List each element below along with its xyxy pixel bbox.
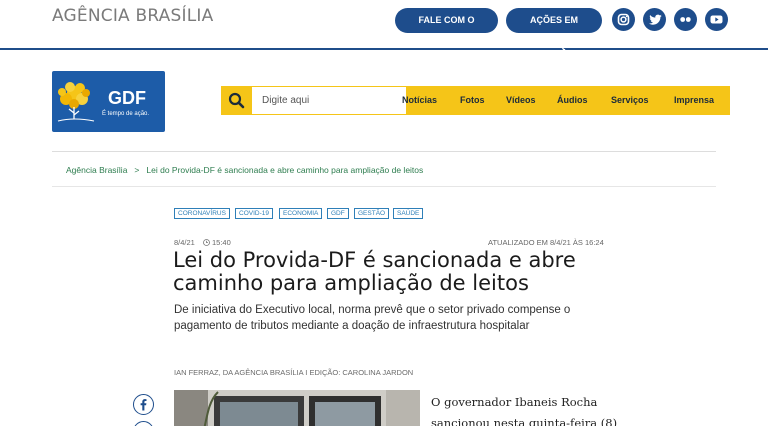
main-nav: Notícias Fotos Vídeos Áudios Serviços Im… <box>221 86 730 115</box>
tag-gestao[interactable]: GESTÃO <box>354 208 390 219</box>
header-divider <box>52 151 716 152</box>
logo-tagline: É tempo de ação. <box>102 111 150 117</box>
nav-press[interactable]: Imprensa <box>674 95 714 105</box>
article-body-intro: O governador Ibaneis Rocha sancionou nes… <box>431 395 618 426</box>
ipe-tree-icon <box>57 82 95 122</box>
nav-photos[interactable]: Fotos <box>460 95 485 105</box>
updated-timestamp: ATUALIZADO EM 8/4/21 ÀS 16:24 <box>488 238 604 247</box>
nav-news[interactable]: Notícias <box>402 95 437 105</box>
clock-icon <box>203 239 210 246</box>
twitter-icon[interactable] <box>643 8 666 31</box>
tag-economia[interactable]: ECONOMIA <box>279 208 323 219</box>
gdf-logo[interactable]: GDF É tempo de ação. <box>52 71 165 132</box>
article-photo <box>174 390 420 426</box>
twitter-share-button[interactable] <box>133 421 154 426</box>
article-summary: De iniciativa do Executivo local, norma … <box>174 304 571 332</box>
instagram-icon[interactable] <box>612 8 635 31</box>
logo-name: GDF <box>108 88 146 108</box>
breadcrumb-divider <box>52 186 716 187</box>
search-icon <box>228 92 245 109</box>
highlighted-actions-button[interactable]: AÇÕES EM DESTAQUE <box>506 8 602 50</box>
breadcrumb-separator: > <box>134 165 140 175</box>
breadcrumb-current: Lei do Provida-DF é sancionada e abre ca… <box>146 165 424 175</box>
facebook-share-button[interactable] <box>133 394 154 415</box>
publish-date: 8/4/21 <box>174 238 195 247</box>
site-brand[interactable]: AGÊNCIA BRASÍLIA <box>52 6 213 26</box>
nav-videos[interactable]: Vídeos <box>506 95 536 105</box>
tag-coronavirus[interactable]: CORONAVÍRUS <box>174 208 230 219</box>
flickr-icon[interactable] <box>674 8 697 31</box>
breadcrumb-home[interactable]: Agência Brasília <box>66 165 127 175</box>
search-input[interactable] <box>252 87 406 114</box>
nav-services[interactable]: Serviços <box>611 95 649 105</box>
article-title: Lei do Provida-DF é sancionada e abre ca… <box>173 248 576 295</box>
publish-time: 15:40 <box>203 238 231 247</box>
facebook-icon <box>140 399 147 411</box>
tag-covid-19[interactable]: COVID-19 <box>235 208 273 219</box>
search-button[interactable] <box>221 86 252 115</box>
tag-gdf[interactable]: GDF <box>327 208 349 219</box>
breadcrumb: Agência Brasília > Lei do Provida-DF é san… <box>66 165 423 175</box>
nav-audios[interactable]: Áudios <box>557 95 588 105</box>
publish-time-text: 15:40 <box>212 238 231 247</box>
tag-saude[interactable]: SAÚDE <box>393 208 424 219</box>
youtube-icon[interactable] <box>705 8 728 31</box>
article-byline: IAN FERRAZ, DA AGÊNCIA BRASÍLIA I EDIÇÃO… <box>174 368 414 377</box>
top-bar: AGÊNCIA BRASÍLIA FALE COM O GOVERNO AÇÕE… <box>0 0 768 50</box>
contact-government-button[interactable]: FALE COM O GOVERNO <box>395 8 498 50</box>
